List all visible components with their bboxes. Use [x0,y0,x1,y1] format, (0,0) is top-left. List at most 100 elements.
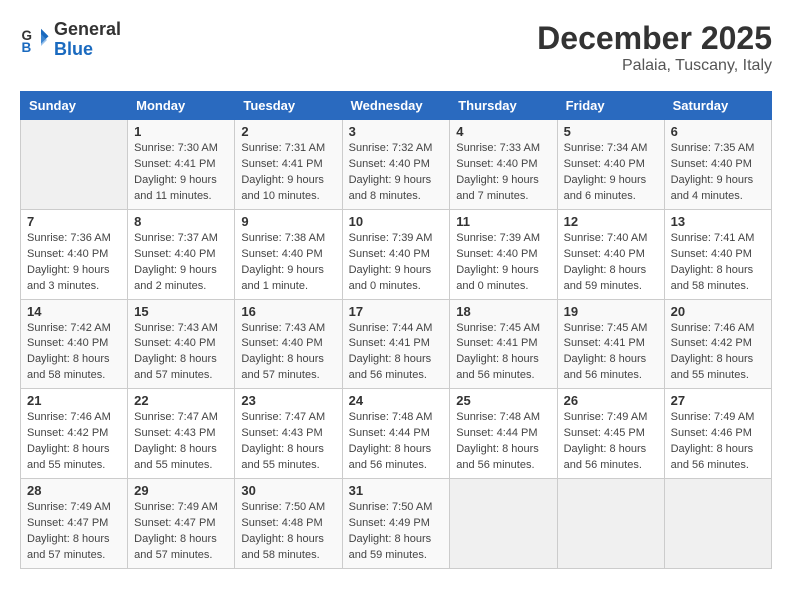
day-info: Sunrise: 7:36 AM Sunset: 4:40 PM Dayligh… [27,231,121,295]
calendar-cell [557,479,664,569]
day-number: 7 [27,214,121,229]
weekday-header-tuesday: Tuesday [235,92,342,120]
day-info: Sunrise: 7:30 AM Sunset: 4:41 PM Dayligh… [134,141,228,205]
calendar-cell: 8 Sunrise: 7:37 AM Sunset: 4:40 PM Daylig… [128,209,235,299]
calendar-cell: 11Sunrise: 7:39 AM Sunset: 4:40 PM Dayli… [450,209,557,299]
weekday-header-monday: Monday [128,92,235,120]
day-number: 10 [349,214,444,229]
calendar-week-row: 28 Sunrise: 7:49 AM Sunset: 4:47 PM Dayli… [21,479,772,569]
weekday-header-friday: Friday [557,92,664,120]
calendar-cell: 17 Sunrise: 7:44 AM Sunset: 4:41 PM Dayli… [342,299,450,389]
day-info: Sunrise: 7:34 AM Sunset: 4:40 PM Dayligh… [564,141,658,205]
day-info: Sunrise: 7:48 AM Sunset: 4:44 PM Dayligh… [349,410,444,474]
calendar-cell: 12 Sunrise: 7:40 AM Sunset: 4:40 PM Dayli… [557,209,664,299]
day-info: Sunrise: 7:50 AM Sunset: 4:49 PM Dayligh… [349,500,444,564]
day-number: 22 [134,393,228,408]
svg-text:B: B [22,40,32,55]
day-info: Sunrise: 7:45 AM Sunset: 4:41 PM Dayligh… [564,321,658,385]
day-info: Sunrise: 7:32 AM Sunset: 4:40 PM Dayligh… [349,141,444,205]
day-number: 8 [134,214,228,229]
day-info: Sunrise: 7:38 AM Sunset: 4:40 PM Dayligh… [241,231,335,295]
day-number: 18 [456,304,550,319]
day-info: Sunrise: 7:41 AM Sunset: 4:40 PM Dayligh… [671,231,765,295]
logo-icon: G B [20,25,50,55]
logo: G B General Blue [20,20,121,60]
logo-text: General Blue [54,20,121,60]
day-number: 14 [27,304,121,319]
calendar-week-row: 21 Sunrise: 7:46 AM Sunset: 4:42 PM Dayli… [21,389,772,479]
day-number: 25 [456,393,550,408]
calendar-cell: 22 Sunrise: 7:47 AM Sunset: 4:43 PM Dayli… [128,389,235,479]
calendar-cell: 3Sunrise: 7:32 AM Sunset: 4:40 PM Daylig… [342,120,450,210]
calendar-cell: 14Sunrise: 7:42 AM Sunset: 4:40 PM Dayli… [21,299,128,389]
day-number: 29 [134,483,228,498]
day-info: Sunrise: 7:44 AM Sunset: 4:41 PM Dayligh… [349,321,444,385]
day-number: 9 [241,214,335,229]
calendar-cell: 25 Sunrise: 7:48 AM Sunset: 4:44 PM Dayli… [450,389,557,479]
calendar-cell: 31Sunrise: 7:50 AM Sunset: 4:49 PM Dayli… [342,479,450,569]
day-info: Sunrise: 7:49 AM Sunset: 4:46 PM Dayligh… [671,410,765,474]
calendar-cell: 10 Sunrise: 7:39 AM Sunset: 4:40 PM Dayli… [342,209,450,299]
day-number: 26 [564,393,658,408]
logo-line2: Blue [54,40,121,60]
day-info: Sunrise: 7:31 AM Sunset: 4:41 PM Dayligh… [241,141,335,205]
day-number: 13 [671,214,765,229]
calendar-cell: 13 Sunrise: 7:41 AM Sunset: 4:40 PM Dayli… [664,209,771,299]
day-number: 4 [456,124,550,139]
day-number: 27 [671,393,765,408]
day-number: 16 [241,304,335,319]
calendar-week-row: 14Sunrise: 7:42 AM Sunset: 4:40 PM Dayli… [21,299,772,389]
calendar-cell: 16 Sunrise: 7:43 AM Sunset: 4:40 PM Dayli… [235,299,342,389]
day-info: Sunrise: 7:48 AM Sunset: 4:44 PM Dayligh… [456,410,550,474]
day-info: Sunrise: 7:49 AM Sunset: 4:47 PM Dayligh… [27,500,121,564]
title-block: December 2025 Palaia, Tuscany, Italy [537,20,772,75]
day-number: 5 [564,124,658,139]
calendar-cell [664,479,771,569]
day-info: Sunrise: 7:47 AM Sunset: 4:43 PM Dayligh… [134,410,228,474]
calendar-week-row: 7 Sunrise: 7:36 AM Sunset: 4:40 PM Daylig… [21,209,772,299]
calendar-cell: 28 Sunrise: 7:49 AM Sunset: 4:47 PM Dayli… [21,479,128,569]
calendar-cell: 7 Sunrise: 7:36 AM Sunset: 4:40 PM Daylig… [21,209,128,299]
day-info: Sunrise: 7:49 AM Sunset: 4:47 PM Dayligh… [134,500,228,564]
day-number: 23 [241,393,335,408]
day-info: Sunrise: 7:40 AM Sunset: 4:40 PM Dayligh… [564,231,658,295]
day-info: Sunrise: 7:39 AM Sunset: 4:40 PM Dayligh… [349,231,444,295]
weekday-header-row: SundayMondayTuesdayWednesdayThursdayFrid… [21,92,772,120]
calendar-cell: 5 Sunrise: 7:34 AM Sunset: 4:40 PM Daylig… [557,120,664,210]
day-number: 2 [241,124,335,139]
location-subtitle: Palaia, Tuscany, Italy [537,57,772,75]
day-number: 17 [349,304,444,319]
calendar-cell: 23Sunrise: 7:47 AM Sunset: 4:43 PM Dayli… [235,389,342,479]
day-info: Sunrise: 7:33 AM Sunset: 4:40 PM Dayligh… [456,141,550,205]
weekday-header-saturday: Saturday [664,92,771,120]
day-number: 1 [134,124,228,139]
day-info: Sunrise: 7:43 AM Sunset: 4:40 PM Dayligh… [134,321,228,385]
calendar-cell: 19Sunrise: 7:45 AM Sunset: 4:41 PM Dayli… [557,299,664,389]
day-number: 28 [27,483,121,498]
day-info: Sunrise: 7:49 AM Sunset: 4:45 PM Dayligh… [564,410,658,474]
day-number: 20 [671,304,765,319]
day-info: Sunrise: 7:45 AM Sunset: 4:41 PM Dayligh… [456,321,550,385]
calendar-cell: 20Sunrise: 7:46 AM Sunset: 4:42 PM Dayli… [664,299,771,389]
day-number: 12 [564,214,658,229]
calendar-cell [450,479,557,569]
day-info: Sunrise: 7:39 AM Sunset: 4:40 PM Dayligh… [456,231,550,295]
month-title: December 2025 [537,20,772,57]
calendar-cell: 4 Sunrise: 7:33 AM Sunset: 4:40 PM Daylig… [450,120,557,210]
day-number: 21 [27,393,121,408]
calendar-cell: 2 Sunrise: 7:31 AM Sunset: 4:41 PM Daylig… [235,120,342,210]
calendar-cell: 6 Sunrise: 7:35 AM Sunset: 4:40 PM Daylig… [664,120,771,210]
weekday-header-wednesday: Wednesday [342,92,450,120]
calendar-cell: 18 Sunrise: 7:45 AM Sunset: 4:41 PM Dayli… [450,299,557,389]
calendar-cell: 21 Sunrise: 7:46 AM Sunset: 4:42 PM Dayli… [21,389,128,479]
page-header: G B General Blue December 2025 Palaia, T… [20,20,772,75]
day-number: 6 [671,124,765,139]
day-info: Sunrise: 7:43 AM Sunset: 4:40 PM Dayligh… [241,321,335,385]
day-info: Sunrise: 7:37 AM Sunset: 4:40 PM Dayligh… [134,231,228,295]
day-info: Sunrise: 7:46 AM Sunset: 4:42 PM Dayligh… [27,410,121,474]
weekday-header-thursday: Thursday [450,92,557,120]
day-info: Sunrise: 7:35 AM Sunset: 4:40 PM Dayligh… [671,141,765,205]
calendar-cell: 1 Sunrise: 7:30 AM Sunset: 4:41 PM Daylig… [128,120,235,210]
calendar-cell: 27 Sunrise: 7:49 AM Sunset: 4:46 PM Dayli… [664,389,771,479]
weekday-header-sunday: Sunday [21,92,128,120]
